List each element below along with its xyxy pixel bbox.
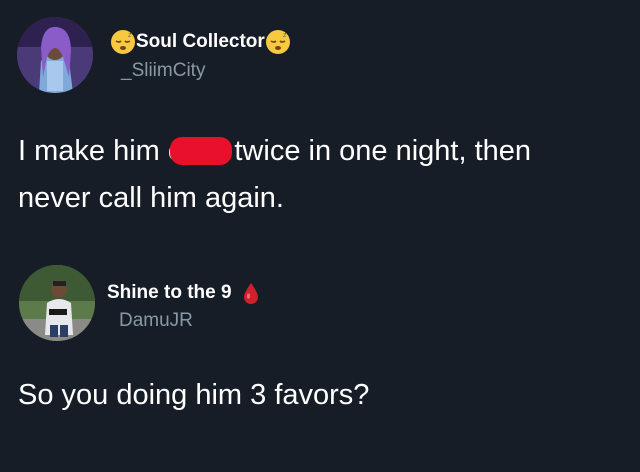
- display-name[interactable]: Shine to the 9: [107, 282, 232, 304]
- avatar-soul-collector[interactable]: [17, 17, 93, 93]
- svg-text:z: z: [283, 32, 287, 39]
- redaction-mark: [170, 137, 233, 165]
- tweet-text-part: I make him c: [18, 135, 183, 167]
- reply-body: So you doing him 3 favors?: [18, 379, 370, 411]
- sleeping-face-icon: z: [265, 29, 291, 55]
- display-name[interactable]: Soul Collector: [136, 31, 265, 53]
- user-handle[interactable]: _SliimCity: [121, 60, 205, 82]
- tweet-body: I make him c twice in one night, then nev…: [18, 128, 531, 222]
- tweet-text-line: never call him again.: [18, 182, 284, 214]
- svg-text:z: z: [128, 32, 132, 39]
- red-drop-icon: [238, 280, 264, 306]
- user-handle[interactable]: DamuJR: [119, 310, 193, 332]
- tweet-text-part: twice in one night, then: [234, 135, 532, 167]
- sleeping-face-icon: z: [110, 29, 136, 55]
- avatar-shine-to-the-9[interactable]: [19, 265, 95, 341]
- tweet-thread-screenshot: z Soul Collector z _SliimCity I make him…: [0, 0, 640, 472]
- author-name-row: Shine to the 9: [107, 280, 264, 306]
- author-name-row: z Soul Collector z: [110, 29, 291, 55]
